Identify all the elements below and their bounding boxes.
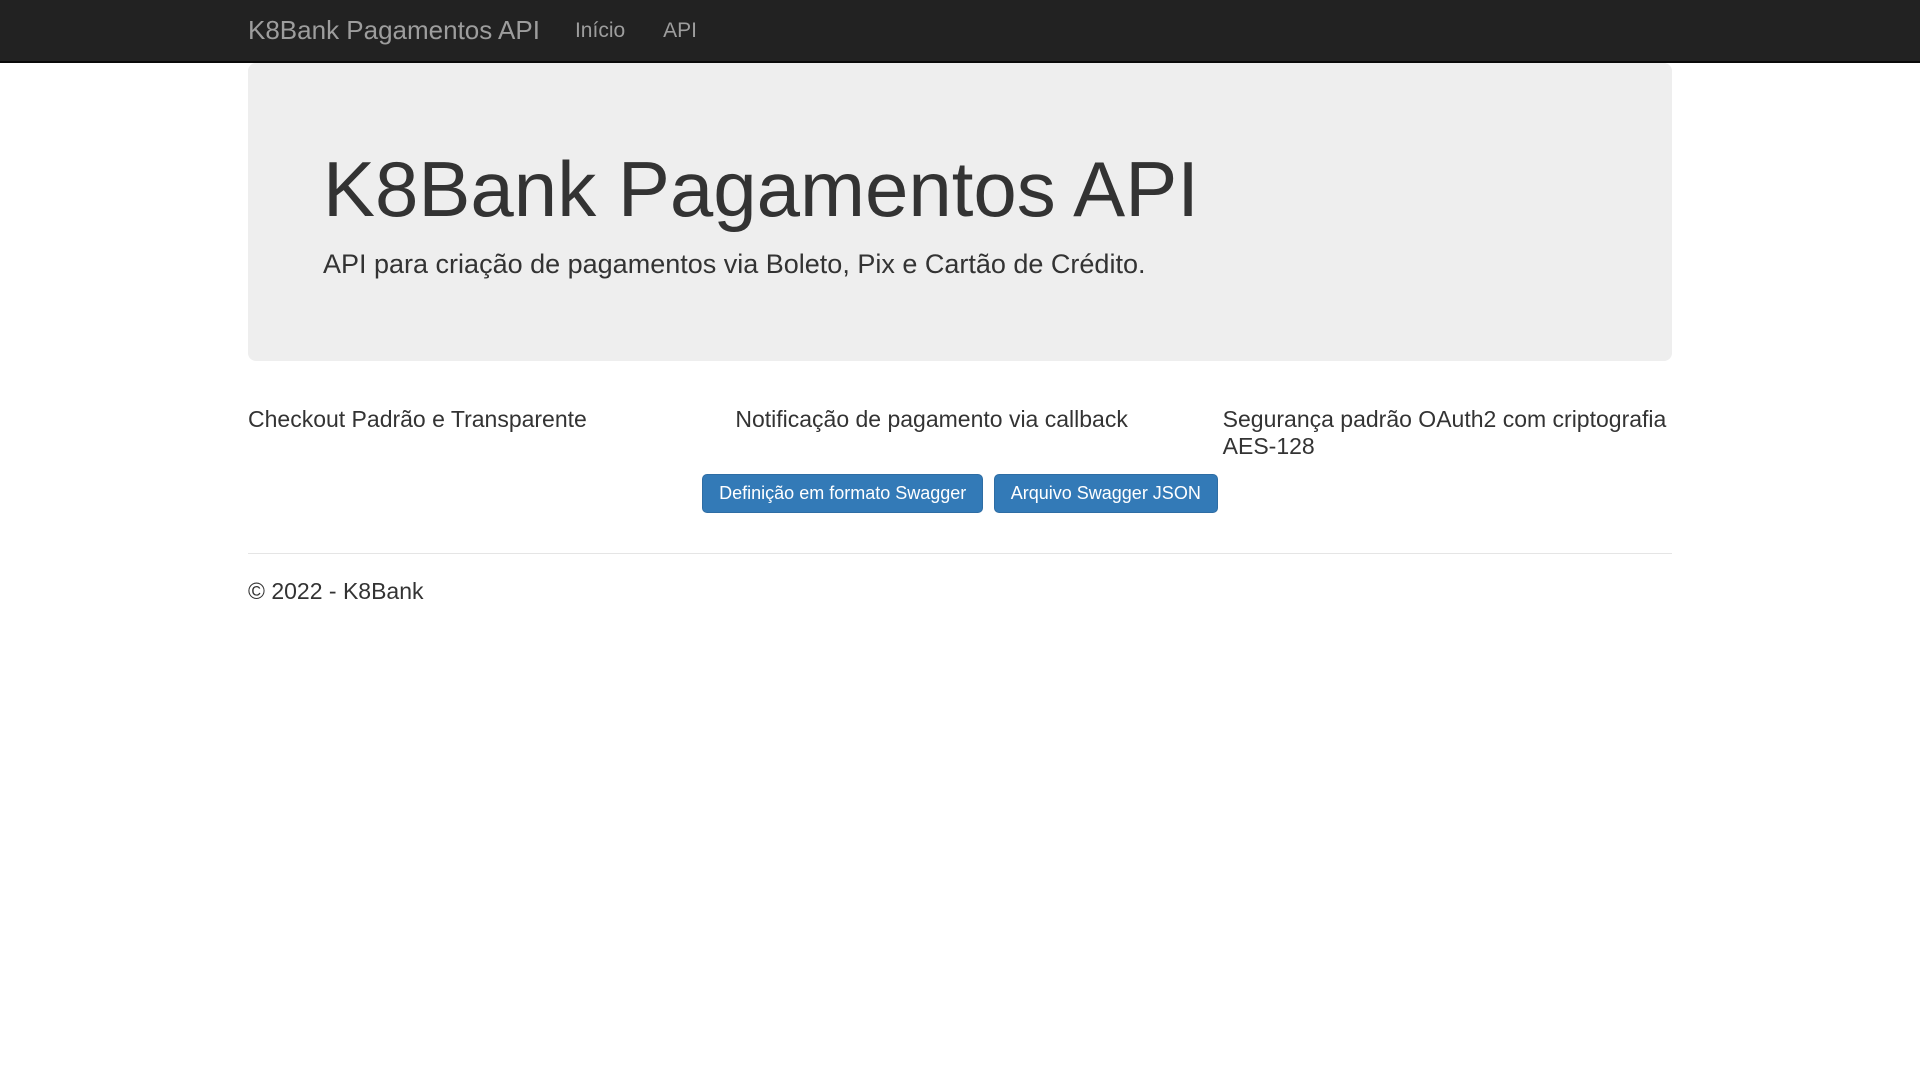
feature-callback-text: Notificação de pagamento via callback	[735, 406, 1184, 433]
swagger-json-button[interactable]: Arquivo Swagger JSON	[994, 474, 1218, 513]
nav-link-api[interactable]: API	[644, 0, 716, 62]
footer-copyright: © 2022 - K8Bank	[248, 578, 1672, 605]
features-row: Checkout Padrão e Transparente Notificaç…	[229, 406, 1691, 460]
nav-link-inicio[interactable]: Início	[556, 0, 644, 62]
actions-row: Definição em formato Swagger Arquivo Swa…	[248, 474, 1672, 513]
swagger-definition-button[interactable]: Definição em formato Swagger	[702, 474, 983, 513]
feature-checkout: Checkout Padrão e Transparente	[229, 406, 716, 460]
hero: K8Bank Pagamentos API API para criação d…	[248, 63, 1672, 361]
feature-security-text: Segurança padrão OAuth2 com criptografia…	[1223, 406, 1672, 460]
feature-callback: Notificação de pagamento via callback	[716, 406, 1203, 460]
navbar-brand[interactable]: K8Bank Pagamentos API	[248, 0, 540, 62]
feature-checkout-text: Checkout Padrão e Transparente	[248, 406, 697, 433]
feature-security: Segurança padrão OAuth2 com criptografia…	[1204, 406, 1691, 460]
navbar: K8Bank Pagamentos API Início API	[0, 0, 1920, 63]
hero-subtitle: API para criação de pagamentos via Bolet…	[323, 249, 1597, 280]
main-content: K8Bank Pagamentos API API para criação d…	[229, 63, 1691, 605]
navbar-links: Início API	[556, 0, 716, 61]
footer: © 2022 - K8Bank	[248, 578, 1672, 605]
footer-divider	[248, 553, 1672, 554]
page: K8Bank Pagamentos API Início API K8Bank …	[0, 0, 1920, 1080]
hero-title: K8Bank Pagamentos API	[323, 146, 1597, 232]
navbar-container: K8Bank Pagamentos API Início API	[229, 0, 1691, 61]
